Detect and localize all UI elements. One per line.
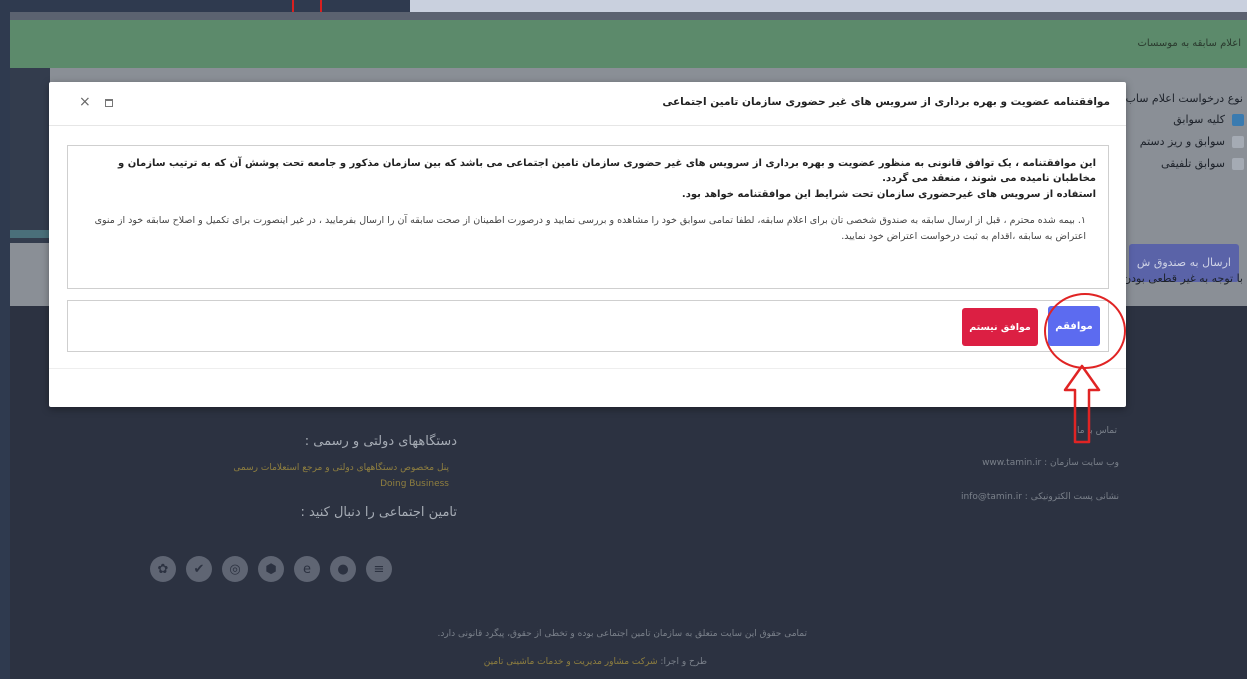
option-checkbox-combined[interactable]: [1232, 158, 1244, 170]
highlight-circle-annotation: [1044, 293, 1126, 369]
eitaa-icon[interactable]: e: [294, 556, 320, 582]
follow-heading: تامین اجتماعی را دنبال کنید :: [300, 505, 457, 520]
option-label-details: سوابق و ریز دستم: [1139, 135, 1225, 148]
designer-name[interactable]: شرکت مشاور مدیریت و خدمات ماشینی تامین: [484, 657, 658, 667]
page-header-bar: اعلام سابقه به موسسات: [10, 20, 1247, 68]
rubika-icon[interactable]: ◎: [222, 556, 248, 582]
modal-title: موافقتنامه عضویت و بهره برداری از سرویس …: [662, 96, 1110, 108]
slide-frame-top: [0, 0, 410, 12]
designer-prefix: طرح و اجرا:: [660, 657, 707, 667]
option-checkbox-all[interactable]: [1232, 114, 1244, 126]
doing-business-link[interactable]: Doing Business: [380, 479, 449, 489]
agreement-usage-line: استفاده از سرویس های غیرحضوری سازمان تحت…: [681, 189, 1096, 200]
browser-top-strip: [10, 12, 1247, 20]
request-type-label: نوع درخواست اعلام ساب: [1125, 92, 1243, 105]
up-arrow-annotation: [1063, 364, 1101, 444]
side-panel-strip: [10, 230, 50, 238]
option-label-all: کلیه سوابق: [1173, 113, 1225, 126]
aparat-icon[interactable]: ✿: [150, 556, 176, 582]
gov-heading: دستگاههای دولتی و رسمی :: [304, 434, 457, 449]
modal-header: موافقتنامه عضویت و بهره برداری از سرویس …: [49, 82, 1126, 126]
agreement-paragraph: این موافقتنامه ، یک توافق قانونی به منظو…: [118, 158, 1096, 184]
side-panel: [10, 68, 50, 243]
gov-panel-link[interactable]: پنل مخصوص دستگاههای دولتی و مرجع استعلام…: [233, 463, 449, 473]
social-icons: ✿ ✔ ◎ ⬢ e ● ≡: [150, 556, 392, 582]
agreement-modal: موافقتنامه عضویت و بهره برداری از سرویس …: [49, 82, 1126, 407]
website-text[interactable]: وب سایت سازمان : www.tamin.ir: [982, 458, 1119, 468]
copyright-text: تمامی حقوق این سایت متعلق به سازمان تامی…: [437, 629, 807, 639]
option-label-combined: سوابق تلفیقی: [1160, 157, 1225, 170]
slide-frame-top-light: [410, 0, 1247, 12]
close-icon[interactable]: ×: [79, 94, 91, 110]
verified-icon[interactable]: ✔: [186, 556, 212, 582]
chat-icon[interactable]: ≡: [366, 556, 392, 582]
location-pin-icon[interactable]: ●: [330, 556, 356, 582]
agreement-item-1: ۱. بیمه شده محترم ، قبل از ارسال سابقه ب…: [94, 215, 1086, 242]
red-marker-annotation: [292, 0, 322, 12]
maximize-icon[interactable]: [105, 99, 113, 107]
hexagon-icon[interactable]: ⬢: [258, 556, 284, 582]
notice-text: با توجه به غیر قطعی بودن: [1123, 272, 1243, 285]
agreement-text-box: این موافقتنامه ، یک توافق قانونی به منظو…: [67, 145, 1109, 289]
agreement-actions: موافقم موافق نیستم: [67, 300, 1109, 352]
designer-credit: طرح و اجرا: شرکت مشاور مدیریت و خدمات ما…: [484, 657, 707, 667]
option-checkbox-details[interactable]: [1232, 136, 1244, 148]
email-text[interactable]: نشانی پست الکترونیکی : info@tamin.ir: [961, 492, 1119, 502]
modal-footer-divider: [49, 368, 1126, 369]
slide-frame-left: [0, 0, 10, 679]
page-header-title: اعلام سابقه به موسسات: [1137, 38, 1242, 49]
disagree-button[interactable]: موافق نیستم: [962, 308, 1038, 346]
